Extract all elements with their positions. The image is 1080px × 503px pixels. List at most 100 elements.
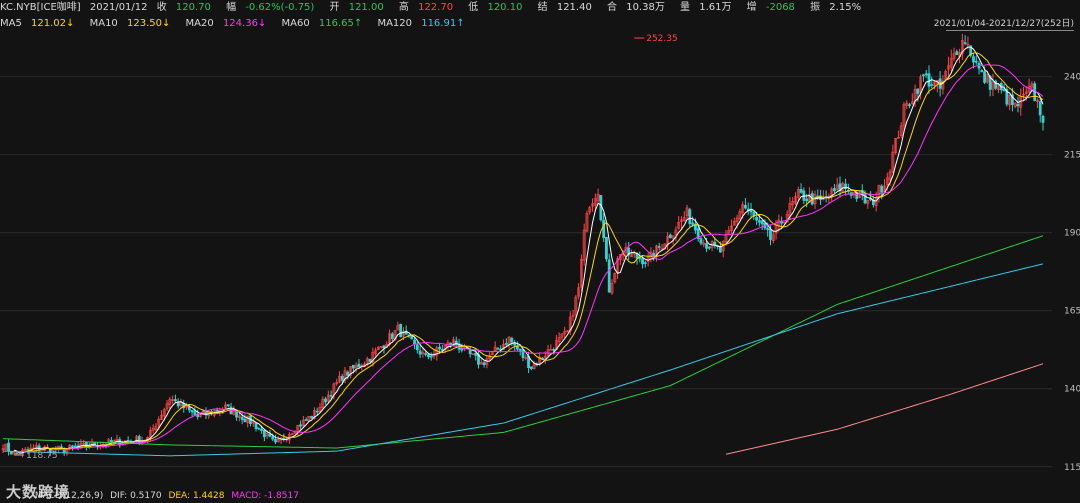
moving-average-lines: [2, 46, 1044, 457]
grid-lines: [0, 76, 1052, 468]
max-label: 252.35: [646, 34, 678, 44]
candlestick-chart[interactable]: 115 140 165 190 215 240 252.35 118.75: [0, 30, 1080, 489]
ma60-label: MA60: [281, 18, 310, 29]
candle-body: [9, 451, 13, 455]
candle-body: [880, 185, 884, 193]
candle-body: [657, 246, 661, 248]
candle-body: [357, 363, 361, 368]
open-interest-value: 10.38万: [626, 2, 665, 13]
candle-body: [607, 259, 611, 293]
candle-body: [299, 424, 302, 427]
candle-body: [346, 371, 350, 376]
candle-body: [482, 362, 486, 365]
candle-body: [955, 51, 959, 55]
y-tick-label: 240: [1064, 73, 1080, 83]
change-label: 幅: [226, 2, 237, 13]
date: 2021/01/12: [89, 2, 148, 13]
candles: [1, 33, 1045, 458]
ma20-label: MA20: [185, 18, 214, 29]
candle-body: [757, 220, 761, 223]
candle-body: [71, 445, 74, 448]
candle-body: [415, 344, 419, 351]
watermark-logo: 大数跨境: [6, 483, 71, 501]
candle-body: [927, 73, 931, 87]
candle-body: [513, 342, 517, 346]
candle-body: [271, 436, 275, 440]
candle-body: [805, 198, 809, 202]
ma60-line: [2, 235, 1044, 449]
symbol: KC.NYB[ICE咖啡]: [0, 2, 81, 13]
candle-body: [257, 427, 261, 430]
candle-body: [427, 354, 430, 358]
candle-body: [474, 352, 478, 356]
candle-body: [254, 422, 258, 429]
candle-body: [760, 220, 764, 225]
candle-body: [460, 348, 464, 351]
candle-body: [863, 193, 867, 204]
ma20-value: 124.36↓: [222, 18, 267, 29]
candle-body: [329, 395, 333, 397]
ma5-line: [13, 46, 1044, 454]
candle-body: [137, 436, 141, 444]
candle-body: [974, 60, 978, 63]
amplitude-value: 2.15%: [829, 2, 862, 13]
y-tick-label: 115: [1064, 463, 1080, 473]
candle-body: [340, 375, 344, 381]
candle-body: [215, 409, 219, 412]
candle-body: [324, 398, 327, 403]
candle-body: [73, 445, 77, 448]
candle-body: [930, 84, 934, 86]
min-label: 118.75: [26, 451, 57, 461]
candle-body: [424, 353, 428, 355]
candle-body: [310, 415, 314, 419]
candle-body: [713, 241, 717, 246]
candle-body: [972, 56, 975, 63]
ma5-value: 121.02↓: [31, 18, 75, 29]
candle-body: [1016, 104, 1020, 107]
ma10-line: [28, 52, 1044, 452]
candle-body: [980, 69, 984, 73]
candle-body: [518, 348, 522, 351]
candle-body: [413, 339, 416, 345]
ma10-label: MA10: [89, 18, 118, 29]
volume-label: 量: [680, 2, 691, 13]
ma250-line: [725, 363, 1044, 455]
candle-body: [719, 246, 722, 253]
candle-body: [705, 243, 708, 249]
candle-body: [766, 227, 770, 230]
y-axis: 115 140 165 190 215 240: [1064, 73, 1080, 473]
candle-body: [605, 236, 608, 260]
candle-body: [769, 229, 772, 240]
candle-body: [304, 419, 308, 421]
candle-body: [351, 364, 355, 369]
candle-body: [504, 343, 508, 345]
ma5-label: MA5: [0, 18, 22, 29]
settle-label: 结: [537, 2, 548, 13]
open-value: 121.00: [348, 2, 384, 13]
increase-label: 增: [746, 2, 757, 13]
close-value: 120.70: [175, 2, 211, 13]
low-label: 低: [468, 2, 479, 13]
candle-body: [916, 88, 920, 94]
candle-body: [260, 428, 264, 431]
candle-body: [922, 74, 925, 77]
amplitude-label: 振: [810, 2, 821, 13]
ma60-value: 116.65↑: [318, 18, 363, 29]
dif-value: DIF: 0.5170: [110, 491, 162, 501]
candle-body: [833, 188, 836, 192]
y-tick-label: 165: [1064, 307, 1080, 317]
candle-body: [382, 345, 386, 349]
candle-body: [193, 411, 197, 416]
open-interest-label: 合: [607, 2, 618, 13]
candle-body: [691, 222, 695, 225]
open-label: 开: [329, 2, 340, 13]
candle-body: [390, 333, 394, 339]
candle-body: [418, 350, 422, 355]
candle-body: [240, 416, 244, 420]
candle-body: [243, 418, 247, 423]
candle-body: [262, 429, 266, 438]
candle-body: [983, 71, 987, 83]
high-value: 122.70: [418, 2, 454, 13]
macd-value: MACD: -1.8517: [231, 491, 299, 501]
candle-body: [641, 258, 644, 265]
